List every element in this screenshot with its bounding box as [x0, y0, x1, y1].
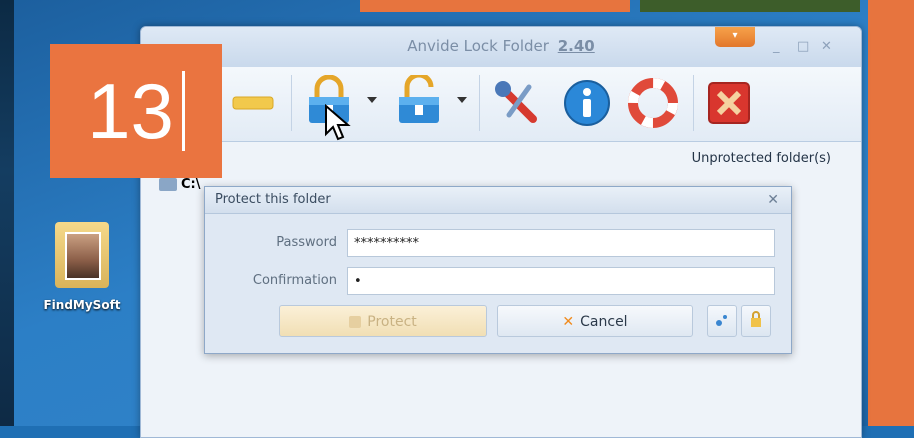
text-cursor-bar: [181, 71, 185, 151]
photo-thumbnail: [65, 232, 101, 280]
desktop-right-edge: [868, 0, 914, 426]
lock-dropdown-arrow[interactable]: [367, 97, 377, 103]
confirmation-field[interactable]: •: [347, 267, 775, 295]
toolbar-separator: [291, 75, 292, 131]
dialog-title: Protect this folder: [215, 192, 331, 207]
unlock-dropdown-arrow[interactable]: [457, 97, 467, 103]
about-button[interactable]: [559, 75, 615, 131]
add-folder-button[interactable]: [225, 75, 281, 131]
info-icon: [564, 80, 610, 126]
step-number: 13: [87, 66, 174, 155]
dialog-close-button[interactable]: ✕: [767, 187, 779, 213]
toolbar-separator: [479, 75, 480, 131]
protect-label: Protect: [367, 314, 417, 330]
lifebuoy-icon: [628, 78, 678, 128]
window-title-text: Anvide Lock Folder: [407, 37, 549, 55]
mouse-pointer-icon: [325, 104, 351, 141]
desktop-top-strip: [360, 0, 630, 12]
help-button[interactable]: [625, 75, 681, 131]
password-label: Password: [276, 235, 337, 250]
protect-icon: [349, 316, 362, 328]
title-menu-button[interactable]: ▾: [715, 27, 755, 47]
desktop-icon-findmysoft[interactable]: FindMySoft: [34, 222, 130, 312]
sparkle-icon: [716, 315, 727, 326]
desktop-icon-label: FindMySoft: [43, 298, 121, 312]
toolbar: [141, 67, 861, 142]
close-icon: [708, 82, 750, 124]
lock-options-button[interactable]: [741, 305, 771, 337]
dialog-titlebar[interactable]: Protect this folder ✕: [205, 187, 791, 214]
wrench-icon: [495, 81, 537, 123]
minimize-button[interactable]: _: [773, 39, 780, 54]
folder-icon: [159, 178, 177, 191]
toolbar-separator: [693, 75, 694, 131]
desktop-top-strip-2: [640, 0, 860, 12]
cancel-icon: ✕: [562, 314, 575, 330]
confirmation-label: Confirmation: [252, 273, 337, 288]
generate-password-button[interactable]: [707, 305, 737, 337]
status-text: Unprotected folder(s): [691, 151, 831, 166]
folder-icon: [55, 222, 109, 288]
maximize-button[interactable]: □: [797, 39, 809, 54]
window-version: 2.40: [557, 37, 595, 55]
settings-button[interactable]: [489, 75, 545, 131]
close-window-button[interactable]: ✕: [821, 39, 832, 54]
folder-list-item[interactable]: C:\: [159, 177, 201, 192]
protect-dialog: Protect this folder ✕ Password *********…: [204, 186, 792, 354]
unlock-icon: [399, 72, 439, 123]
small-lock-icon: [751, 311, 761, 327]
exit-button[interactable]: [701, 75, 757, 131]
minus-bar-icon: [232, 96, 274, 110]
step-badge: 13: [50, 44, 222, 178]
cancel-label: Cancel: [580, 314, 628, 330]
folder-path: C:\: [181, 177, 201, 192]
cancel-button[interactable]: ✕ Cancel: [497, 305, 693, 337]
protect-button[interactable]: Protect: [279, 305, 487, 337]
unlock-button[interactable]: [391, 72, 447, 131]
password-field[interactable]: **********: [347, 229, 775, 257]
titlebar[interactable]: Anvide Lock Folder 2.40 ▾ _ □ ✕: [141, 27, 861, 67]
desktop-left-edge: [0, 0, 14, 426]
